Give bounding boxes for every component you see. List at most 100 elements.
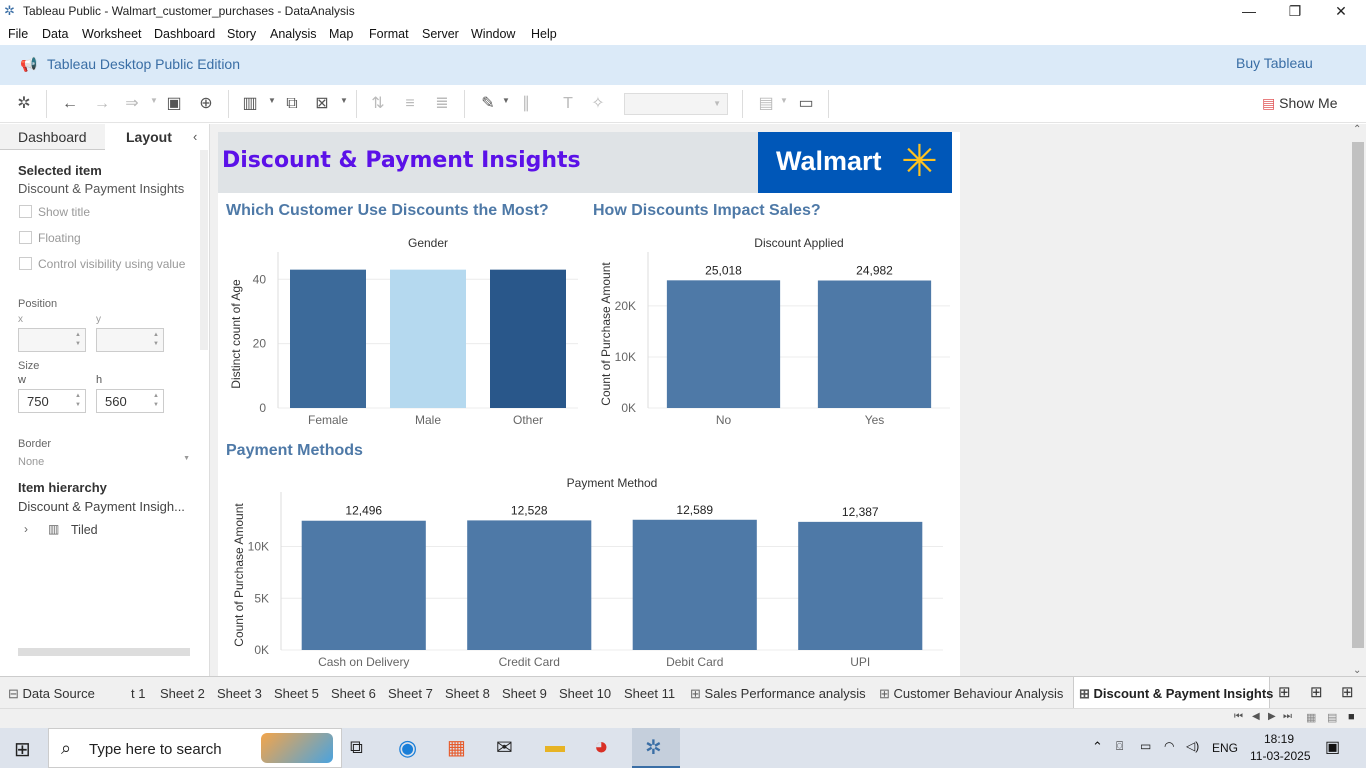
wifi-icon[interactable]: ◠ xyxy=(1164,739,1174,753)
sort-ascending-icon[interactable]: ≡ xyxy=(400,94,420,114)
tab-sheet-6[interactable]: Sheet 6 xyxy=(331,686,376,701)
tab-sales-performance[interactable]: ⊞ Sales Performance analysis xyxy=(690,686,866,702)
expand-chevron-icon[interactable]: › xyxy=(24,522,28,536)
last-sheet-icon[interactable]: ⏭ xyxy=(1283,711,1292,722)
restore-icon[interactable]: ❐ xyxy=(1272,0,1318,23)
show-title-checkbox[interactable] xyxy=(19,205,32,218)
store-icon[interactable]: ▦ xyxy=(447,735,466,760)
clear-sheet-icon[interactable]: ⊠ xyxy=(312,94,332,114)
undo-icon[interactable]: ← xyxy=(60,94,80,114)
buy-tableau-link[interactable]: Buy Tableau xyxy=(1236,55,1313,71)
menu-help[interactable]: Help xyxy=(531,27,557,41)
width-input[interactable]: 750 ▲ ▼ xyxy=(18,389,86,413)
menu-analysis[interactable]: Analysis xyxy=(270,27,317,41)
mail-icon[interactable]: ✉ xyxy=(496,735,513,760)
new-story-icon[interactable]: ⊞ xyxy=(1341,683,1354,701)
tab-sheet-1[interactable]: t 1 xyxy=(131,686,145,701)
height-input[interactable]: 560 ▲ ▼ xyxy=(96,389,164,413)
label-icon[interactable]: T xyxy=(558,94,578,114)
chrome-icon[interactable]: ◕ xyxy=(594,733,609,761)
new-worksheet-icon[interactable]: ⊞ xyxy=(1278,683,1291,701)
duplicate-sheet-icon[interactable]: ⧉ xyxy=(282,94,302,114)
x-position-input[interactable]: ▲ ▼ xyxy=(18,328,86,352)
control-visibility-checkbox[interactable] xyxy=(19,257,32,270)
chevron-down-icon[interactable]: ▼ xyxy=(150,96,158,105)
menu-format[interactable]: Format xyxy=(369,27,409,41)
clock-date[interactable]: 11-03-2025 xyxy=(1250,749,1311,763)
first-sheet-icon[interactable]: ⏮ xyxy=(1234,711,1243,722)
pin-icon[interactable]: ✧ xyxy=(588,94,608,114)
tab-sheet-7[interactable]: Sheet 7 xyxy=(388,686,433,701)
windows-start-icon[interactable]: ⊞ xyxy=(14,737,31,762)
fit-dropdown[interactable]: ▼ xyxy=(624,93,728,115)
battery-icon[interactable]: ▭ xyxy=(1140,739,1151,753)
tab-sheet-11[interactable]: Sheet 11 xyxy=(624,686,675,701)
show-me-button[interactable]: ▤ Show Me xyxy=(1262,95,1337,112)
border-dropdown[interactable]: None ▼ xyxy=(18,453,192,467)
hierarchy-tiled[interactable]: Tiled xyxy=(71,523,98,537)
menu-data[interactable]: Data xyxy=(42,27,68,41)
tab-layout[interactable]: Layout xyxy=(126,129,172,145)
file-explorer-icon[interactable]: ▬ xyxy=(545,735,565,758)
redo-icon[interactable]: → xyxy=(92,94,112,114)
volume-icon[interactable]: ◁) xyxy=(1186,739,1199,753)
menu-story[interactable]: Story xyxy=(227,27,256,41)
menu-worksheet[interactable]: Worksheet xyxy=(82,27,142,41)
swap-icon[interactable]: ⇅ xyxy=(368,94,388,114)
minimize-icon[interactable]: — xyxy=(1226,0,1272,23)
taskbar-search[interactable]: ⌕ Type here to search xyxy=(48,728,342,768)
clock-time[interactable]: 18:19 xyxy=(1264,732,1294,746)
tab-data-source[interactable]: ⊟ Data Source xyxy=(8,686,95,702)
task-view-icon[interactable]: ⧉ xyxy=(350,737,363,758)
tab-sheet-8[interactable]: Sheet 8 xyxy=(445,686,490,701)
notifications-icon[interactable]: ▣ xyxy=(1325,737,1340,757)
tab-sheet-3[interactable]: Sheet 3 xyxy=(217,686,262,701)
tabs-view-icon[interactable]: ■ xyxy=(1348,711,1355,723)
presentation-mode-icon[interactable]: ▭ xyxy=(796,94,816,114)
tray-expand-icon[interactable]: ⌃ xyxy=(1092,739,1103,755)
chevron-down-icon[interactable]: ▼ xyxy=(780,96,788,105)
new-data-source-icon[interactable]: ⊕ xyxy=(196,94,216,114)
sort-descending-icon[interactable]: ≣ xyxy=(432,94,452,114)
scrollbar-thumb[interactable] xyxy=(1352,142,1364,648)
tableau-taskbar-icon[interactable]: ✲ xyxy=(645,735,662,760)
replay-icon[interactable]: ⇒ xyxy=(122,94,142,114)
tab-sheet-10[interactable]: Sheet 10 xyxy=(559,686,611,701)
tableau-logo-icon[interactable]: ✲ xyxy=(14,94,34,114)
menu-server[interactable]: Server xyxy=(422,27,459,41)
hierarchy-root[interactable]: Discount & Payment Insigh... xyxy=(18,499,185,514)
floating-checkbox[interactable] xyxy=(19,231,32,244)
edge-browser-icon[interactable]: ◉ xyxy=(398,735,417,761)
menu-file[interactable]: File xyxy=(8,27,28,41)
menu-map[interactable]: Map xyxy=(329,27,353,41)
menu-dashboard[interactable]: Dashboard xyxy=(154,27,215,41)
chevron-down-icon[interactable]: ▼ xyxy=(268,96,276,105)
y-position-input[interactable]: ▲ ▼ xyxy=(96,328,164,352)
group-icon[interactable]: ∥ xyxy=(516,94,536,114)
collapse-pane-icon[interactable]: ‹ xyxy=(193,129,197,144)
tab-sheet-9[interactable]: Sheet 9 xyxy=(502,686,547,701)
tab-discount-payment[interactable]: ⊞ Discount & Payment Insights xyxy=(1079,686,1273,702)
language-indicator[interactable]: ENG xyxy=(1212,741,1238,755)
next-sheet-icon[interactable]: ▶ xyxy=(1268,711,1276,722)
vertical-scrollbar[interactable]: ⌃ ⌄ xyxy=(1350,124,1366,676)
save-icon[interactable]: ▣ xyxy=(164,94,184,114)
close-icon[interactable]: ✕ xyxy=(1318,0,1364,23)
chevron-down-icon[interactable]: ▼ xyxy=(340,96,348,105)
y-label: y xyxy=(96,314,101,325)
menu-window[interactable]: Window xyxy=(471,27,515,41)
fit-icon[interactable]: ▤ xyxy=(756,94,776,114)
tab-sheet-2[interactable]: Sheet 2 xyxy=(160,686,205,701)
tab-dashboard[interactable]: Dashboard xyxy=(18,129,87,145)
highlight-icon[interactable]: ✎ xyxy=(478,94,498,114)
camera-icon[interactable]: ⌼ xyxy=(1116,739,1123,754)
search-icon: ⌕ xyxy=(61,738,72,758)
new-dashboard-icon[interactable]: ⊞ xyxy=(1310,683,1323,701)
new-sheet-icon[interactable]: ▥ xyxy=(240,94,260,114)
filmstrip-icon[interactable]: ▤ xyxy=(1327,711,1337,724)
prev-sheet-icon[interactable]: ◀ xyxy=(1252,711,1260,722)
chevron-down-icon[interactable]: ▼ xyxy=(502,96,510,105)
sheet-sorter-icon[interactable]: ▦ xyxy=(1306,711,1316,724)
tab-customer-behaviour[interactable]: ⊞ Customer Behaviour Analysis xyxy=(879,686,1063,702)
tab-sheet-5[interactable]: Sheet 5 xyxy=(274,686,319,701)
